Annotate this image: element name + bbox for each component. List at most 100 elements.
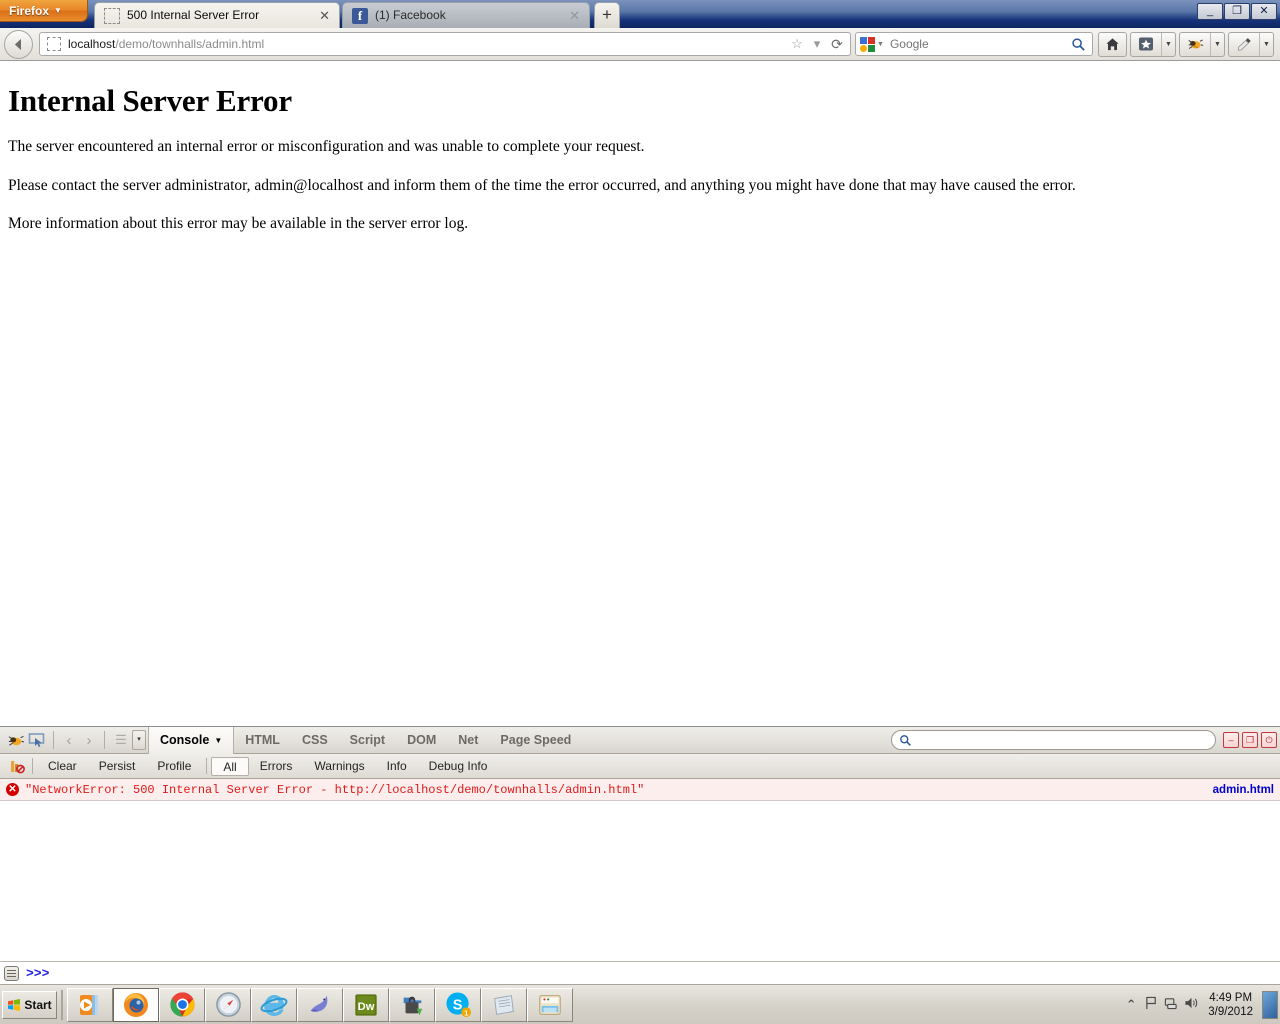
blank-favicon-icon xyxy=(104,7,120,24)
firebug-search-input[interactable] xyxy=(912,734,1215,746)
colorpicker-button[interactable]: ▼ xyxy=(1228,31,1274,57)
taskbar-media-player[interactable] xyxy=(67,987,113,1022)
firebug-console-subtoolbar: Clear Persist Profile All Errors Warning… xyxy=(0,754,1280,779)
error-paragraph-2: Please contact the server administrator,… xyxy=(8,176,1076,194)
back-arrow-icon xyxy=(15,38,21,50)
firebug-back-button[interactable]: ‹ xyxy=(59,732,79,749)
firefox-menu-label: Firefox xyxy=(9,4,50,18)
console-log-row[interactable]: ✕ "NetworkError: 500 Internal Server Err… xyxy=(0,779,1280,801)
tab-net[interactable]: Net xyxy=(447,727,489,754)
console-error-message: "NetworkError: 500 Internal Server Error… xyxy=(25,782,645,797)
taskbar-firefox[interactable] xyxy=(113,987,159,1022)
taskbar-notepad[interactable] xyxy=(481,987,527,1022)
console-filter-info[interactable]: Info xyxy=(376,757,418,776)
facebook-favicon-icon: f xyxy=(352,7,368,24)
dreamweaver-icon: Dw xyxy=(355,993,377,1016)
tab-title: 500 Internal Server Error xyxy=(127,8,260,22)
bookmarks-button[interactable]: ▼ xyxy=(1130,31,1176,57)
google-favicon-icon xyxy=(860,36,875,52)
error-paragraph-3: More information about this error may be… xyxy=(8,215,469,233)
restore-button[interactable]: ❐ xyxy=(1224,3,1250,20)
tab-html[interactable]: HTML xyxy=(234,727,291,754)
chevron-down-icon[interactable]: ▼ xyxy=(1259,32,1273,56)
minimize-button[interactable]: _ xyxy=(1197,3,1223,20)
firebug-main[interactable] xyxy=(1180,33,1210,56)
safari-compass-icon xyxy=(215,992,241,1017)
chevron-down-icon[interactable]: ▼ xyxy=(1210,32,1224,56)
firebug-bug-icon[interactable] xyxy=(4,729,26,751)
minimize-panel-button[interactable]: – xyxy=(1223,732,1239,748)
commandline-input[interactable] xyxy=(49,966,1280,980)
tab-page-speed[interactable]: Page Speed xyxy=(489,727,582,754)
dolphin-icon xyxy=(310,995,328,1012)
back-button[interactable] xyxy=(4,29,33,59)
taskbar-skype[interactable]: S 1 xyxy=(435,987,481,1022)
page-favicon-icon xyxy=(47,37,61,51)
taskbar-safari[interactable] xyxy=(205,987,251,1022)
taskbar-mysql-workbench[interactable] xyxy=(297,987,343,1022)
console-persist-button[interactable]: Persist xyxy=(88,757,147,776)
star-icon[interactable]: ☆ xyxy=(787,36,807,52)
chevron-down-icon[interactable]: ▼ xyxy=(1161,32,1175,56)
taskbar-file-explorer[interactable] xyxy=(527,987,573,1022)
tab-script[interactable]: Script xyxy=(339,727,396,754)
media-player-icon xyxy=(80,994,98,1015)
show-desktop-button[interactable] xyxy=(1262,990,1278,1019)
tab-css[interactable]: CSS xyxy=(291,727,339,754)
folder-icon xyxy=(539,994,561,1015)
commandline-menu-icon[interactable] xyxy=(4,965,19,981)
firebug-options-caret-icon[interactable]: ▾ xyxy=(132,730,146,750)
close-button[interactable]: ✕ xyxy=(1251,3,1277,20)
new-tab-button[interactable]: + xyxy=(594,2,620,28)
eyedropper-icon xyxy=(1237,38,1251,51)
action-center-flag-icon[interactable] xyxy=(1141,996,1161,1013)
taskbar-chrome[interactable] xyxy=(159,987,205,1022)
clear-filter-icon[interactable] xyxy=(6,755,28,777)
taskbar-dreamweaver[interactable]: Dw xyxy=(343,987,389,1022)
url-path: /demo/townhalls/admin.html xyxy=(115,37,265,51)
console-clear-button[interactable]: Clear xyxy=(37,757,88,776)
lock-icon xyxy=(403,996,423,1015)
firebug-toolbar-button[interactable]: ▼ xyxy=(1179,31,1225,57)
tab-console-label: Console xyxy=(160,732,210,747)
console-filter-warnings[interactable]: Warnings xyxy=(303,757,375,776)
close-panel-button[interactable]: ⏻ xyxy=(1261,732,1277,748)
tab-console[interactable]: Console ▼ xyxy=(148,726,235,754)
firebug-menu-icon[interactable]: ☰ xyxy=(110,729,132,751)
close-icon[interactable]: ✕ xyxy=(316,3,333,28)
chrome-icon xyxy=(169,992,195,1017)
console-filter-all[interactable]: All xyxy=(211,756,249,776)
home-button[interactable] xyxy=(1098,31,1127,57)
taskbar-internet-explorer[interactable] xyxy=(251,987,297,1022)
network-icon[interactable] xyxy=(1161,996,1181,1013)
taskbar-secure-folder[interactable] xyxy=(389,987,435,1022)
chevron-down-icon: ▼ xyxy=(214,735,223,745)
tab-dom[interactable]: DOM xyxy=(396,727,447,754)
search-bar[interactable]: ▼ xyxy=(855,32,1093,56)
browser-tab-500-error[interactable]: 500 Internal Server Error ✕ xyxy=(94,2,340,28)
clock[interactable]: 4:49 PM 3/9/2012 xyxy=(1201,991,1260,1019)
inspector-cursor-icon[interactable] xyxy=(26,729,48,751)
volume-icon[interactable] xyxy=(1181,996,1201,1013)
console-filter-errors[interactable]: Errors xyxy=(249,757,304,776)
console-filter-debug-info[interactable]: Debug Info xyxy=(418,757,499,776)
chevron-down-icon[interactable]: ▾ xyxy=(807,36,827,52)
firebug-search-box[interactable] xyxy=(891,730,1216,750)
search-input[interactable] xyxy=(889,37,1071,51)
firefox-menu-button[interactable]: Firefox ▼ xyxy=(0,0,88,22)
url-bar[interactable]: localhost/demo/townhalls/admin.html ☆ ▾ … xyxy=(39,32,851,56)
chevron-down-icon[interactable]: ▼ xyxy=(877,41,884,48)
bookmarks-main[interactable] xyxy=(1131,33,1161,56)
detach-panel-button[interactable]: ❐ xyxy=(1242,732,1258,748)
browser-tab-facebook[interactable]: f (1) Facebook ✕ xyxy=(342,2,590,28)
start-button[interactable]: Start xyxy=(2,990,57,1019)
show-hidden-icons-button[interactable]: ⌃ xyxy=(1121,997,1141,1013)
console-source-link[interactable]: admin.html xyxy=(1213,784,1274,796)
url-text: localhost/demo/townhalls/admin.html xyxy=(68,37,787,51)
console-profile-button[interactable]: Profile xyxy=(146,757,202,776)
firebug-forward-button[interactable]: › xyxy=(79,732,99,749)
navigation-toolbar: localhost/demo/townhalls/admin.html ☆ ▾ … xyxy=(0,28,1280,61)
colorpicker-main[interactable] xyxy=(1229,33,1259,56)
close-icon[interactable]: ✕ xyxy=(566,3,583,28)
reload-icon[interactable]: ⟳ xyxy=(827,36,847,53)
